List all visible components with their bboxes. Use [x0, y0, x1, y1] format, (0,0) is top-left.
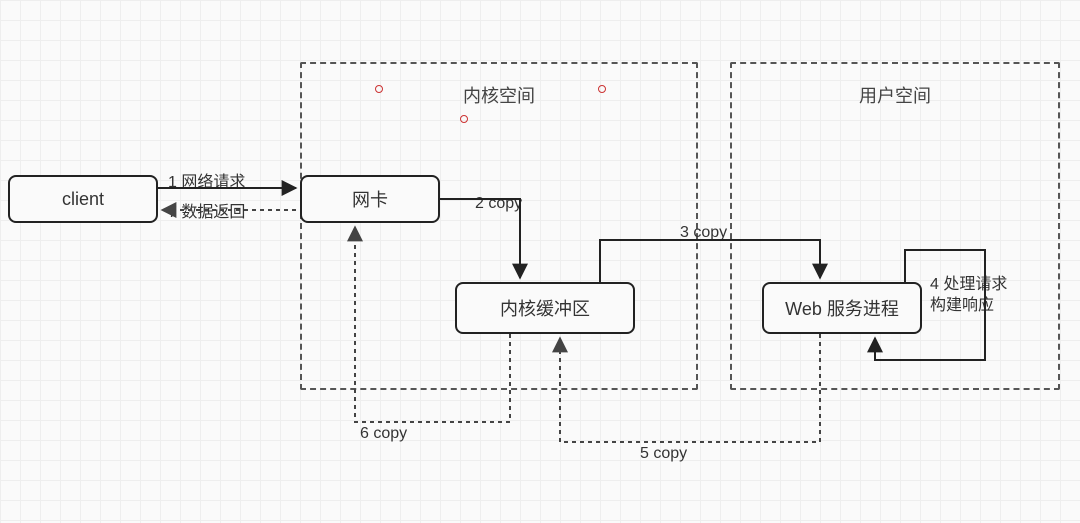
edge-4-label: 4 处理请求 构建响应: [930, 275, 1020, 317]
edge-2-label: 2 copy: [475, 195, 522, 213]
edge-7-label: 7 数据返回: [168, 198, 245, 222]
client-node-label: client: [62, 189, 104, 210]
kbuf-node: 内核缓冲区: [455, 282, 635, 334]
user-space-container: 用户空间: [730, 62, 1060, 390]
edge-5-label: 5 copy: [640, 445, 687, 463]
webproc-node-label: Web 服务进程: [785, 295, 899, 321]
nic-node: 网卡: [300, 175, 440, 223]
kbuf-node-label: 内核缓冲区: [500, 295, 590, 321]
decoration-circle: [375, 85, 383, 93]
nic-node-label: 网卡: [352, 186, 388, 212]
edge-1-label: 1 网络请求: [168, 168, 245, 192]
edge-6-label: 6 copy: [360, 425, 407, 443]
webproc-node: Web 服务进程: [762, 282, 922, 334]
client-node: client: [8, 175, 158, 223]
decoration-circle: [598, 85, 606, 93]
user-space-label: 用户空间: [732, 82, 1058, 108]
kernel-space-container: 内核空间: [300, 62, 698, 390]
kernel-space-label: 内核空间: [302, 82, 696, 108]
edge-3-label: 3 copy: [680, 224, 727, 242]
decoration-circle: [460, 115, 468, 123]
